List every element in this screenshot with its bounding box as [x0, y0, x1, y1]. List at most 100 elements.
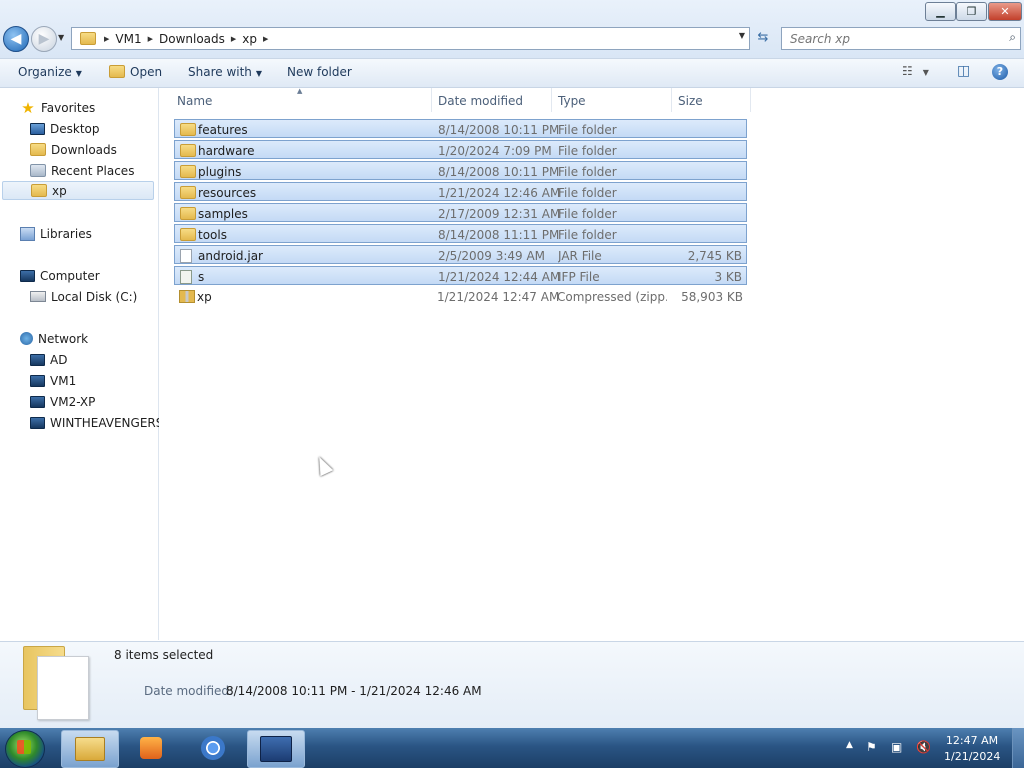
nav-item-downloads[interactable]: Downloads	[30, 140, 117, 159]
chevron-right-icon[interactable]: ▶	[229, 35, 238, 43]
open-folder-icon	[109, 65, 125, 78]
restore-button[interactable]: ❐	[956, 2, 987, 21]
hard-drive-icon	[30, 291, 46, 302]
address-dropdown-icon[interactable]: ▼	[739, 31, 745, 40]
nav-item-ad[interactable]: AD	[30, 350, 67, 369]
nav-item-local-disk[interactable]: Local Disk (C:)	[30, 287, 137, 306]
file-type: JAR File	[558, 249, 602, 263]
new-folder-button[interactable]: New folder	[287, 65, 352, 79]
folder-icon	[31, 184, 47, 197]
nav-favorites[interactable]: ★ Favorites	[20, 98, 95, 117]
column-divider[interactable]	[551, 88, 552, 112]
taskbar-media-player[interactable]	[123, 730, 179, 766]
sort-ascending-icon: ▲	[297, 87, 303, 95]
nav-item-xp[interactable]: xp	[2, 181, 154, 200]
file-date-modified: 2/17/2009 12:31 AM	[438, 207, 561, 221]
column-header-date-modified[interactable]: Date modified	[438, 94, 523, 108]
share-with-label: Share with	[188, 65, 252, 79]
refresh-button[interactable]: ⇆	[752, 27, 774, 48]
address-bar[interactable]: ▶ VM1 ▶ Downloads ▶ xp ▶ ▼	[71, 27, 750, 50]
column-header-size[interactable]: Size	[678, 94, 703, 108]
network-tray-icon[interactable]: ▣	[891, 740, 902, 754]
start-button[interactable]	[5, 730, 45, 768]
share-with-button[interactable]: Share with ▼	[188, 65, 262, 79]
help-button[interactable]: ?	[992, 64, 1008, 80]
chevron-right-icon[interactable]: ▶	[261, 35, 270, 43]
chevron-right-icon[interactable]: ▶	[146, 35, 155, 43]
action-center-icon[interactable]: ⚑	[866, 740, 877, 754]
show-hidden-icons-button[interactable]: ▲	[846, 740, 853, 750]
search-input[interactable]	[788, 31, 992, 47]
nav-computer[interactable]: Computer	[20, 266, 100, 285]
file-row[interactable]: tools 8/14/2008 11:11 PM File folder	[174, 224, 747, 243]
organize-button[interactable]: Organize ▼	[18, 65, 82, 79]
search-icon[interactable]: ⌕	[1009, 30, 1016, 45]
system-clock[interactable]: 12:47 AM 1/21/2024	[944, 733, 1000, 765]
close-button[interactable]: ✕	[988, 2, 1022, 21]
volume-muted-icon[interactable]: 🔇	[916, 740, 931, 754]
column-divider[interactable]	[671, 88, 672, 112]
taskbar-chrome[interactable]	[185, 730, 241, 766]
nav-item-vm1[interactable]: VM1	[30, 371, 76, 390]
nav-network[interactable]: Network	[20, 329, 88, 348]
file-row[interactable]: plugins 8/14/2008 10:11 PM File folder	[174, 161, 747, 180]
command-bar: Organize ▼ Open Share with ▼ New folder ☷ ▼…	[0, 59, 1024, 88]
nav-item-recent-places[interactable]: Recent Places	[30, 161, 134, 180]
nav-item-label: VM1	[50, 373, 77, 388]
file-name: samples	[198, 207, 248, 221]
nav-libraries[interactable]: Libraries	[20, 224, 92, 243]
view-options-button[interactable]: ☷ ▼	[902, 64, 929, 78]
open-label: Open	[130, 65, 163, 79]
file-icon	[180, 249, 192, 263]
file-size: 3 KB	[714, 270, 742, 284]
folder-icon	[180, 207, 196, 220]
libraries-icon	[20, 226, 35, 241]
taskbar-app[interactable]	[247, 730, 305, 768]
open-button[interactable]: Open	[109, 65, 162, 79]
nav-item-vm2-xp[interactable]: VM2-XP	[30, 392, 95, 411]
file-row[interactable]: features 8/14/2008 10:11 PM File folder	[174, 119, 747, 138]
file-row[interactable]: android.jar 2/5/2009 3:49 AM JAR File 2,745…	[174, 245, 747, 264]
refresh-icon: ⇆	[757, 30, 769, 45]
computer-icon	[30, 416, 45, 429]
folder-icon	[80, 32, 96, 45]
breadcrumb-downloads[interactable]: Downloads	[155, 32, 229, 46]
media-player-icon	[140, 737, 162, 759]
file-row[interactable]: s 1/21/2024 12:44 AM IFP File 3 KB	[174, 266, 747, 285]
file-date-modified: 1/21/2024 12:46 AM	[438, 186, 561, 200]
breadcrumb-xp[interactable]: xp	[238, 32, 261, 46]
column-divider[interactable]	[431, 88, 432, 112]
minimize-button[interactable]: ▁	[925, 2, 956, 21]
file-row[interactable]: xp 1/21/2024 12:47 AM Compressed (zipp... 5…	[174, 287, 747, 306]
back-button[interactable]: ◀	[3, 26, 29, 52]
file-name: xp	[197, 290, 212, 304]
preview-pane-button[interactable]: ◫	[957, 63, 970, 79]
nav-item-desktop[interactable]: Desktop	[30, 119, 100, 138]
nav-item-wintheavengers[interactable]: WINTHEAVENGERS	[30, 413, 163, 432]
preview-pane-icon: ◫	[957, 63, 971, 79]
nav-item-label: Local Disk (C:)	[51, 289, 138, 304]
details-view-icon: ☷	[902, 64, 913, 78]
file-name: android.jar	[198, 249, 263, 263]
taskbar-explorer[interactable]	[61, 730, 119, 768]
chevron-down-icon: ▼	[75, 69, 82, 78]
forward-arrow-icon: ▶	[38, 31, 50, 47]
column-header-name[interactable]: Name	[177, 94, 212, 108]
column-header-type[interactable]: Type	[558, 94, 586, 108]
forward-button[interactable]: ▶	[31, 26, 57, 52]
nav-computer-label: Computer	[40, 268, 100, 283]
file-row[interactable]: samples 2/17/2009 12:31 AM File folder	[174, 203, 747, 222]
column-divider[interactable]	[750, 88, 751, 112]
file-row[interactable]: resources 1/21/2024 12:46 AM File folder	[174, 182, 747, 201]
folder-icon	[180, 186, 196, 199]
file-type: File folder	[558, 186, 617, 200]
file-type: IFP File	[558, 270, 600, 284]
recent-places-icon	[30, 164, 46, 177]
breadcrumb-vm1[interactable]: VM1	[111, 32, 145, 46]
recent-pages-dropdown[interactable]: ▼	[58, 33, 64, 42]
computer-icon	[30, 374, 45, 387]
file-row[interactable]: hardware 1/20/2024 7:09 PM File folder	[174, 140, 747, 159]
show-desktop-button[interactable]	[1012, 728, 1024, 768]
search-box[interactable]: ⌕	[781, 27, 1021, 50]
file-size: 58,903 KB	[681, 290, 743, 304]
